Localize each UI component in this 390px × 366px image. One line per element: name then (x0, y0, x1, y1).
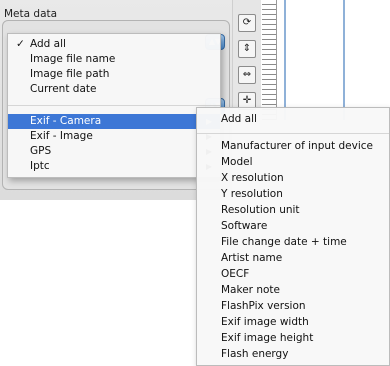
vertical-ruler (262, 0, 277, 120)
submenu-item-model[interactable]: Model (197, 154, 389, 170)
menu-item-label: Image file path (30, 68, 110, 80)
submenu-item-add-all[interactable]: Add all (197, 111, 389, 127)
menu-item-label: Iptc (30, 160, 50, 172)
submenu-item-resolution-unit[interactable]: Resolution unit (197, 202, 389, 218)
fit-vertical-icon[interactable]: ⇕ (238, 40, 256, 58)
submenu-item-exif-image-width[interactable]: Exif image width (197, 314, 389, 330)
panel-title: Meta data (4, 8, 58, 20)
menu-item-label: GPS (30, 145, 52, 157)
submenu-item-flashpix-version[interactable]: FlashPix version (197, 298, 389, 314)
guide-line-2 (343, 0, 345, 120)
submenu-item-oecf[interactable]: OECF (197, 266, 389, 282)
menu-item-current-date[interactable]: Current date (8, 82, 220, 97)
submenu-item-artist-name[interactable]: Artist name (197, 250, 389, 266)
exif-camera-submenu: Add all Manufacturer of input device Mod… (196, 107, 390, 366)
tool-strip: ⟳ ⇕ ⇔ ✛ (232, 0, 261, 120)
submenu-separator (197, 133, 389, 134)
menu-item-image-file-name[interactable]: Image file name (8, 52, 220, 67)
rotate-icon[interactable]: ⟳ (238, 14, 256, 32)
menu-item-exif-image[interactable]: Exif - Image ▶ (8, 129, 220, 144)
menu-item-label: Current date (30, 83, 97, 95)
menu-item-iptc[interactable]: Iptc ▶ (8, 159, 220, 174)
metadata-popup-menu: ✓ Add all Image file name Image file pat… (7, 33, 221, 178)
submenu-item-maker-note[interactable]: Maker note (197, 282, 389, 298)
menu-item-label: Add all (30, 38, 66, 50)
menu-item-label: Exif - Image (30, 130, 93, 142)
checkmark-icon: ✓ (16, 38, 25, 50)
menu-item-gps[interactable]: GPS ▶ (8, 144, 220, 159)
menu-item-label: Exif - Camera (30, 115, 102, 127)
menu-separator (8, 105, 220, 106)
submenu-item-x-resolution[interactable]: X resolution (197, 170, 389, 186)
menu-item-exif-camera[interactable]: Exif - Camera ▶ (8, 114, 220, 129)
submenu-item-y-resolution[interactable]: Y resolution (197, 186, 389, 202)
submenu-item-file-change-date[interactable]: File change date + time (197, 234, 389, 250)
submenu-item-manufacturer[interactable]: Manufacturer of input device (197, 138, 389, 154)
menu-item-label: Image file name (30, 53, 116, 65)
menu-item-image-file-path[interactable]: Image file path (8, 67, 220, 82)
submenu-item-software[interactable]: Software (197, 218, 389, 234)
fit-horizontal-icon[interactable]: ⇔ (238, 66, 256, 84)
menu-item-add-all[interactable]: ✓ Add all (8, 37, 220, 52)
submenu-item-flash-energy[interactable]: Flash energy (197, 346, 389, 362)
guide-line (284, 0, 286, 120)
submenu-item-exif-image-height[interactable]: Exif image height (197, 330, 389, 346)
